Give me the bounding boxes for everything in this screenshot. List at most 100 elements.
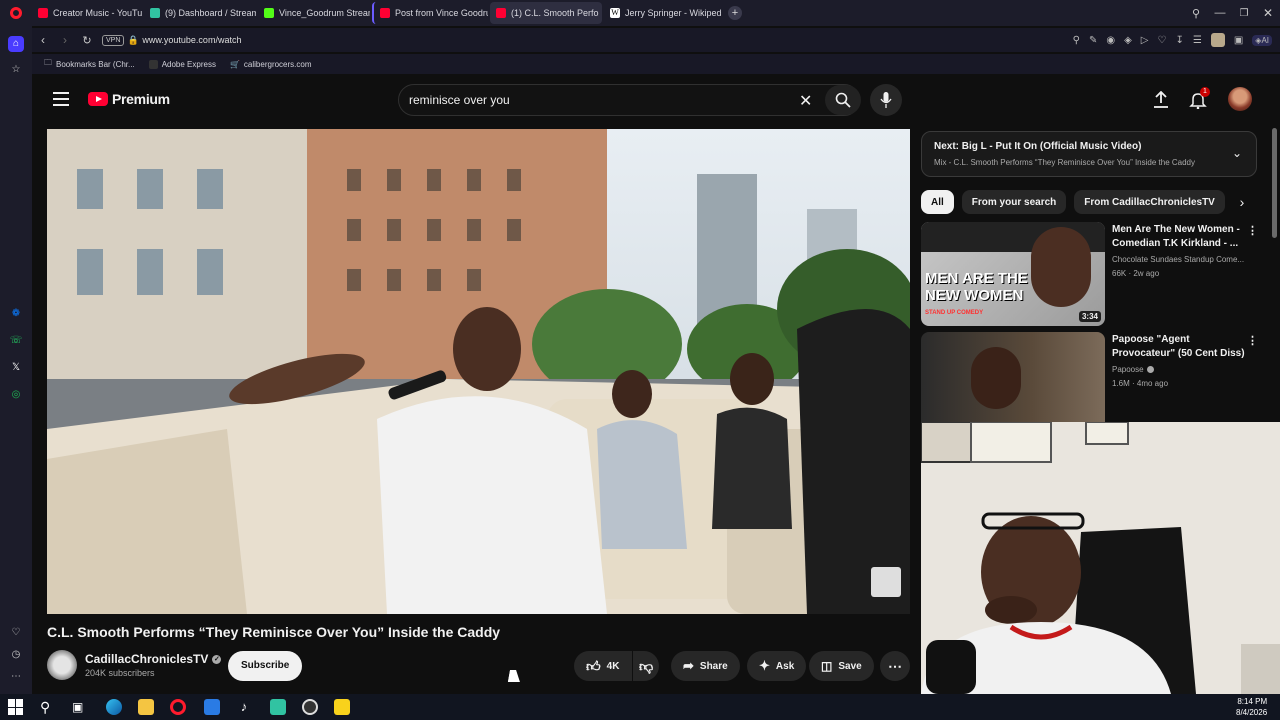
chip-all[interactable]: All [921, 190, 954, 214]
minimize-icon[interactable]: — [1208, 7, 1232, 19]
tab-streamlabs[interactable]: (9) Dashboard / Streamlab [144, 2, 256, 24]
hamburger-menu-icon[interactable] [53, 92, 69, 106]
edge-icon[interactable] [106, 699, 122, 715]
tab-post-vince[interactable]: Post from Vince Goodrum [372, 2, 488, 24]
download-icon[interactable]: ↧ [1175, 35, 1183, 46]
channel-avatar[interactable] [47, 650, 77, 680]
more-icon: ⋯ [888, 657, 902, 674]
menu-icon[interactable]: ☰ [1193, 35, 1202, 46]
reload-icon[interactable]: ↻ [76, 34, 98, 47]
opera-logo-icon[interactable] [0, 0, 32, 26]
bookmark-caliber[interactable]: 🛒 calibergrocers.com [230, 60, 312, 69]
recommendation-item[interactable]: Papoose "Agent Provocateur" (50 Cent Dis… [921, 332, 1261, 422]
shield-icon[interactable]: ◈ [1124, 35, 1132, 46]
whatsapp-icon[interactable]: ☏ [8, 333, 24, 349]
camera-icon[interactable]: ◉ [1106, 35, 1115, 46]
more-icon[interactable]: ⋯ [8, 669, 24, 685]
heart-icon[interactable]: ♡ [1158, 35, 1167, 46]
save-button[interactable]: ◫ Save [809, 651, 874, 681]
avatar[interactable] [1228, 87, 1252, 111]
tab-creator-music[interactable]: Creator Music - YouTube S [32, 2, 142, 24]
thumbs-down-icon: 👎︎ [639, 657, 654, 674]
tab-search-icon[interactable]: ⚲ [1184, 7, 1208, 20]
share-button[interactable]: ➦ Share [671, 651, 740, 681]
ask-label: Ask [775, 660, 795, 672]
new-tab-icon[interactable]: + [728, 6, 742, 20]
like-button[interactable]: 👍︎ 4K [574, 651, 632, 681]
flow-icon[interactable]: ▷ [1141, 35, 1149, 46]
edit-icon[interactable]: ✎ [1089, 35, 1097, 46]
messenger-icon[interactable]: ❁ [8, 306, 24, 322]
channel-name[interactable]: CadillacChroniclesTV ✓ [85, 652, 222, 666]
search-icon[interactable]: ⚲ [40, 699, 56, 715]
kebab-menu-icon[interactable]: ⋮ [1247, 334, 1258, 347]
rec-title-line2: Provocateur" (50 Cent Diss) [1112, 348, 1245, 359]
clock-date: 8/4/2026 [1236, 708, 1268, 717]
notifications-button[interactable]: 1 [1189, 87, 1210, 111]
recommendation-item[interactable]: MEN ARE THE NEW WOMEN STAND UP COMEDY 3:… [921, 222, 1261, 326]
tab-cl-smooth[interactable]: (1) C.L. Smooth Perfo [490, 2, 602, 24]
heart-icon[interactable]: ♡ [8, 625, 24, 641]
vpn-badge[interactable]: VPN [102, 34, 125, 46]
opera-taskbar-icon[interactable] [170, 699, 186, 715]
dislike-button[interactable]: 👎︎ [633, 651, 659, 681]
task-view-icon[interactable]: ▣ [72, 699, 88, 715]
tab-wikipedia[interactable]: W Jerry Springer - Wikipedia [604, 2, 722, 24]
cube-icon[interactable]: ▣ [1234, 35, 1243, 46]
address-bar: ‹ › ↻ VPN 🔒 www.youtube.com/watch ⚲ ✎ ◉ … [32, 28, 1280, 52]
windows-start-icon[interactable] [8, 699, 24, 715]
profile-thumb-icon[interactable] [1210, 33, 1225, 47]
search-button[interactable] [825, 85, 861, 115]
store-icon[interactable] [204, 699, 220, 715]
close-window-icon[interactable]: ✕ [1256, 6, 1280, 20]
bookmark-adobe[interactable]: Adobe Express [148, 59, 216, 69]
video-title: C.L. Smooth Performs “They Reminisce Ove… [47, 624, 501, 640]
clear-search-icon[interactable]: ✕ [799, 91, 812, 111]
clock[interactable]: 8:14 PM 8/4/2026 [1236, 696, 1267, 718]
thumbs-up-icon: 👍︎ [586, 657, 601, 674]
history-icon[interactable]: ◷ [8, 647, 24, 663]
thumbnail-subtext: STAND UP COMEDY [925, 310, 984, 316]
spotify-icon[interactable]: ◎ [8, 387, 24, 403]
youtube-logo[interactable]: Premium [88, 91, 170, 107]
next-up-panel[interactable]: Next: Big L - Put It On (Official Music … [921, 131, 1257, 177]
ask-button[interactable]: ✦ Ask [747, 651, 807, 681]
restore-icon[interactable]: ❐ [1232, 8, 1256, 19]
scrollbar[interactable] [1272, 128, 1277, 238]
more-actions-button[interactable]: ⋯ [880, 651, 910, 681]
rec-channel-text: Papoose [1112, 365, 1144, 374]
rec-channel: Papoose [1112, 365, 1154, 374]
bookmark-label: calibergrocers.com [243, 59, 312, 69]
forward-icon[interactable]: › [54, 33, 76, 47]
ai-label: AI [1261, 35, 1269, 45]
chip-from-channel[interactable]: From CadillacChroniclesTV [1074, 190, 1225, 214]
chips-next-icon[interactable]: › [1228, 190, 1256, 214]
bookmarks-icon[interactable]: ☆ [8, 62, 24, 78]
bookmark-folder[interactable]: 🗀 Bookmarks Bar (Chr... [44, 57, 135, 71]
file-explorer-icon[interactable] [138, 699, 154, 715]
share-label: Share [699, 660, 728, 672]
like-count: 4K [606, 660, 620, 672]
verified-icon: ✓ [212, 654, 222, 664]
lens-icon[interactable]: ⚲ [1073, 35, 1080, 46]
chevron-down-icon[interactable]: ⌄ [1232, 146, 1242, 160]
create-button[interactable] [1153, 90, 1169, 114]
obs-icon[interactable] [302, 699, 318, 715]
subscriber-count: 204K subscribers [85, 668, 155, 678]
search-input[interactable] [409, 93, 789, 107]
rec-title-line2: Comedian T.K Kirkland - ... [1112, 238, 1239, 249]
url-field[interactable]: www.youtube.com/watch [142, 35, 241, 45]
back-icon[interactable]: ‹ [32, 33, 54, 47]
chip-from-search[interactable]: From your search [961, 190, 1067, 214]
kebab-menu-icon[interactable]: ⋮ [1247, 224, 1258, 237]
x-twitter-icon[interactable]: 𝕏 [8, 360, 24, 376]
home-icon[interactable]: ⌂ [8, 36, 24, 52]
sticky-notes-icon[interactable] [334, 699, 350, 715]
streamlabs-taskbar-icon[interactable] [270, 699, 286, 715]
tab-kick-stream[interactable]: Vince_Goodrum Stream - [258, 2, 370, 24]
voice-search-button[interactable] [870, 84, 902, 116]
video-player[interactable] [47, 129, 910, 614]
aria-ai-icon[interactable]: ◈AI [1252, 34, 1272, 46]
subscribe-button[interactable]: Subscribe [228, 651, 303, 681]
tiktok-icon[interactable]: ♪ [236, 699, 252, 715]
